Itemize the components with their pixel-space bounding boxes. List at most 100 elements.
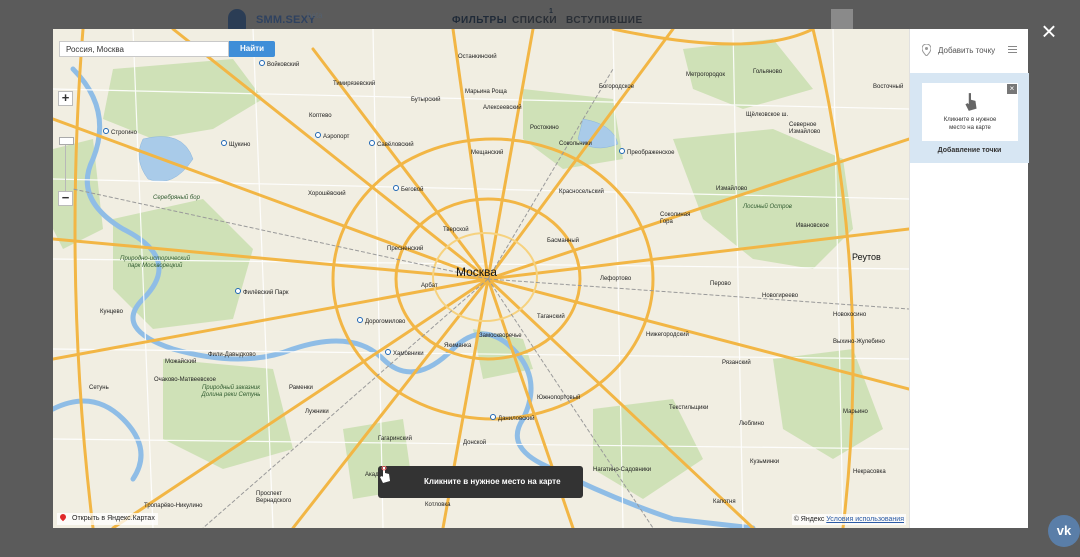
map-label: Нагатино-Садовники [593, 467, 652, 473]
map-label: Донской [463, 440, 487, 446]
map-label: Котловка [425, 502, 451, 508]
add-point-header[interactable]: Добавить точку [910, 29, 1029, 71]
nav-lists[interactable]: СПИСКИ [512, 15, 557, 26]
map-label: Текстильщики [669, 405, 709, 411]
map-label: Таганский [537, 314, 565, 320]
map-label: Проспект Вернадского [256, 491, 292, 504]
map-label: Замоскворечье [479, 333, 522, 339]
map-label: Лосиный Остров [743, 204, 792, 210]
points-panel: Добавить точку Кликните в нужное место на… [909, 29, 1029, 528]
map-label: Гагаринский [378, 436, 412, 442]
map-label: Природно-исторический парк Москворецкий [120, 256, 190, 269]
terms-link[interactable]: Условия использования [826, 516, 904, 523]
map-label: Хорошёвский [308, 191, 346, 197]
location-pin-icon [58, 512, 68, 522]
map-label: Кунцево [100, 309, 123, 315]
map-label-city: Москва [456, 265, 497, 279]
map-label: Нижегородский [646, 332, 689, 338]
close-modal-icon[interactable]: × [1038, 18, 1060, 44]
map-label: Красносельский [559, 189, 604, 195]
nav-lists-badge: 1 [549, 8, 553, 15]
map-label: Войковский [259, 60, 299, 68]
brand-beta-label: beta [307, 11, 323, 20]
vk-icon[interactable]: vk [1048, 515, 1080, 547]
map-label: Якиманка [444, 343, 472, 349]
nav-joined[interactable]: ВСТУПИВШИЕ [566, 15, 643, 26]
map-label: Хамовники [385, 349, 424, 357]
hand-pointer-icon [380, 466, 390, 483]
map-label: Соколиная Гора [660, 212, 691, 225]
map-label: Серебряный бор [153, 195, 200, 201]
map-label: Ивановское [796, 223, 829, 229]
map-view[interactable]: Москва Реутов Войковский Останкинский Ме… [53, 29, 909, 528]
map-label: Басманный [547, 238, 580, 244]
close-card-icon[interactable]: × [1007, 84, 1017, 94]
zoom-slider-track[interactable] [65, 143, 66, 195]
add-point-card-caption: Добавление точки [937, 147, 1002, 154]
map-label: Кузьминки [750, 459, 780, 465]
map-label: Богородское [599, 84, 635, 90]
map-label: Савёловский [369, 140, 414, 148]
map-label: Марьина Роща [465, 89, 507, 95]
map-label: Щёлковское ш. [746, 112, 789, 118]
avatar[interactable] [831, 9, 853, 31]
map-label: Фили-Давыдково [208, 352, 256, 358]
map-modal: Москва Реутов Войковский Останкинский Ме… [53, 29, 1029, 528]
map-label: Рязанский [722, 360, 751, 366]
map-label: Марьино [843, 409, 868, 415]
zoom-slider-handle[interactable] [59, 137, 74, 145]
map-label: Преображенское [619, 148, 674, 156]
map-label: Новокосино [833, 312, 867, 318]
map-label: Пресненский [387, 246, 424, 252]
add-point-label[interactable]: Добавить точку [938, 46, 995, 55]
brand-logo-icon [228, 9, 246, 31]
map-label: Перово [710, 281, 731, 287]
nav-filters[interactable]: ФИЛЬТРЫ [452, 15, 507, 26]
map-label: Очаково-Матвеевское [154, 377, 216, 383]
map-label: Лефортово [600, 276, 632, 282]
click-hint-text: Кликните в нужное место на карте [424, 477, 561, 486]
map-label: Северное Измайлово [789, 122, 821, 135]
map-label: Сетунь [89, 385, 109, 391]
map-label: Филёвский Парк [235, 288, 288, 296]
map-label: Новогиреево [762, 293, 799, 299]
map-label: Строгино [103, 128, 137, 136]
open-in-yandex-maps-link[interactable]: Открыть в Яндекс.Картах [57, 512, 158, 525]
map-label: Измайлово [716, 186, 748, 192]
map-label: Аэропорт [315, 132, 349, 140]
map-label: Раменки [289, 385, 313, 391]
search-input[interactable]: Россия, Москва [59, 41, 229, 57]
add-point-card: Кликните в нужное место на карте × Добавл… [910, 73, 1029, 163]
zoom-in-button[interactable]: + [58, 91, 73, 106]
map-label: Некрасовка [853, 469, 886, 475]
menu-list-icon[interactable] [1008, 46, 1017, 54]
map-label-reutov: Реутов [852, 252, 881, 262]
map-label: Люблино [739, 421, 765, 427]
map-label: Алексеевский [483, 105, 522, 111]
add-point-card-text: Кликните в нужное место на карте [943, 117, 997, 131]
location-pin-icon [922, 44, 931, 56]
map-label: Останкинский [458, 54, 497, 60]
map-label: Гольяново [753, 69, 783, 75]
map-label: Арбат [421, 283, 438, 289]
map-label: Южнопортовый [537, 395, 581, 401]
add-point-card-body: Кликните в нужное место на карте [922, 83, 1018, 141]
map-label: Можайский [165, 359, 197, 365]
click-hint-tooltip: Кликните в нужное место на карте [378, 466, 583, 498]
map-label: Выхино-Жулебино [833, 339, 885, 345]
map-label: Коптево [309, 113, 332, 119]
map-label: Природный заказник Долина реки Сетунь [201, 385, 261, 398]
map-label: Беговой [393, 185, 423, 193]
hand-pointer-icon [965, 93, 977, 111]
zoom-out-button[interactable]: − [58, 191, 73, 206]
map-copyright: © Яндекс Условия использования [791, 514, 906, 525]
map-label: Восточный [873, 84, 904, 90]
map-label: Бутырский [411, 97, 441, 103]
map-label: Даниловский [490, 414, 534, 422]
map-label: Капотня [713, 499, 736, 505]
map-label: Тимирязевский [333, 81, 376, 87]
map-label: Дорогомилово [357, 317, 405, 325]
map-label: Тропарёво-Никулино [144, 503, 203, 509]
map-label: Лужники [305, 409, 329, 415]
search-button[interactable]: Найти [229, 41, 275, 57]
